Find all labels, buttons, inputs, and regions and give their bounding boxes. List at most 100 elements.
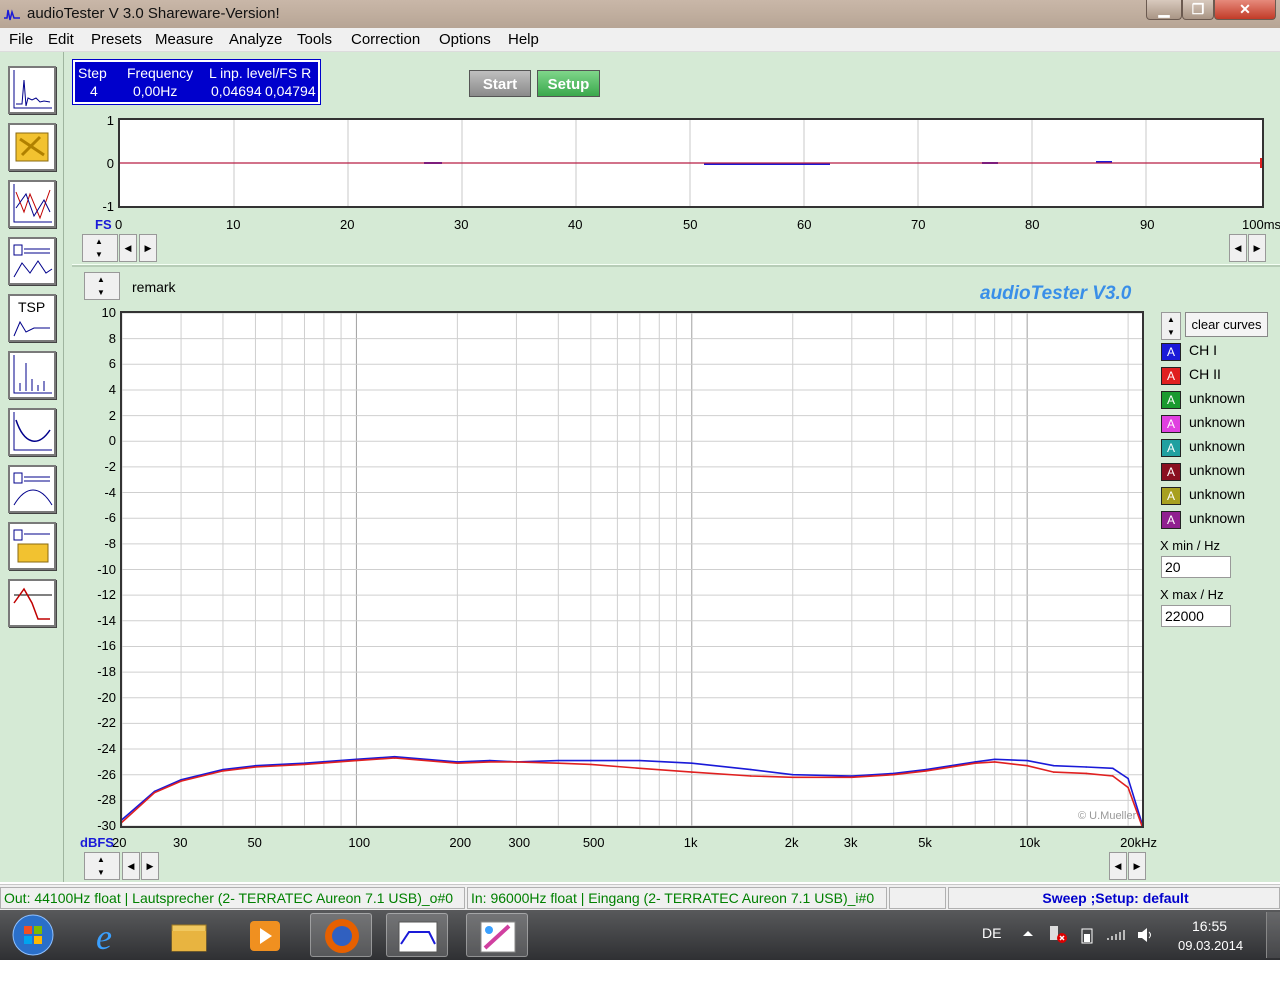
media-player-taskbar-button[interactable] — [234, 913, 296, 957]
plot-right-scroll-left-button[interactable]: ◀ — [1109, 852, 1127, 880]
spectrum-tool-button[interactable] — [8, 351, 56, 399]
clock-time[interactable]: 16:55 — [1192, 918, 1227, 934]
windows-start-taskbar-button[interactable] — [2, 913, 64, 957]
paint-icon — [480, 921, 516, 953]
y-tick-label: 2 — [108, 407, 116, 423]
minimize-icon: ▁ — [1158, 1, 1170, 17]
action-center-icon[interactable] — [1048, 924, 1068, 944]
show-desktop-button[interactable] — [1266, 912, 1280, 958]
menu-file[interactable]: File — [9, 31, 33, 48]
series-point — [639, 767, 641, 770]
y-tick-label: -28 — [97, 792, 116, 808]
battery-icon[interactable] — [1080, 926, 1094, 944]
remark-spinner[interactable]: ▲ ▼ — [84, 272, 120, 300]
tsp-tool-button[interactable]: TSP — [8, 294, 56, 342]
file-explorer-taskbar-button[interactable] — [158, 913, 220, 957]
series-point — [791, 773, 794, 776]
curve-color-swatch[interactable] — [1161, 367, 1181, 385]
speaker-scan-tool-button[interactable] — [8, 522, 56, 570]
series-point — [515, 761, 518, 763]
curve-color-swatch[interactable] — [1161, 511, 1181, 529]
series-point — [639, 759, 641, 762]
scope-x-tick: 70 — [911, 217, 926, 232]
network-icon[interactable] — [1106, 928, 1126, 942]
svg-text:TSP: TSP — [18, 299, 45, 315]
audiotester-taskbar-button[interactable] — [386, 913, 448, 957]
scope-right-scroll-left-button[interactable]: ◀ — [1229, 234, 1247, 262]
curve-color-swatch[interactable] — [1161, 415, 1181, 433]
series-point — [393, 757, 396, 759]
y-tick-label: 8 — [108, 330, 116, 346]
scope-x-tick: 100ms — [1242, 217, 1280, 232]
y-tick-label: -20 — [97, 689, 116, 705]
menu-correction[interactable]: Correction — [351, 31, 420, 48]
frequency-response-svg: © U.Mueller — [121, 312, 1143, 827]
plot-zoom-spinner[interactable]: ▲ ▼ — [84, 852, 120, 880]
windows-start-icon — [12, 914, 54, 956]
start-button[interactable]: Start — [469, 70, 531, 97]
readout-step-value: 4 — [90, 83, 98, 99]
legend-spinner[interactable]: ▲ ▼ — [1161, 312, 1181, 340]
menu-options[interactable]: Options — [439, 31, 491, 48]
series-point — [1085, 766, 1088, 768]
plot-scroll-left-button[interactable]: ◀ — [122, 852, 140, 880]
x-tick-label: 20 — [112, 835, 127, 850]
xmin-field[interactable] — [1161, 556, 1231, 578]
curve-color-swatch[interactable] — [1161, 391, 1181, 409]
volume-icon[interactable] — [1136, 926, 1154, 944]
scan-tool-button[interactable] — [8, 123, 56, 171]
series-point — [590, 759, 592, 762]
panel-divider[interactable] — [72, 264, 1280, 267]
speaker-response-tool-button[interactable] — [8, 237, 56, 285]
paint-taskbar-button[interactable] — [466, 913, 528, 957]
setup-button[interactable]: Setup — [537, 70, 600, 97]
menu-help[interactable]: Help — [508, 31, 539, 48]
curve-color-swatch[interactable] — [1161, 343, 1181, 361]
clear-curves-button[interactable]: clear curves — [1185, 312, 1268, 337]
menu-measure[interactable]: Measure — [155, 31, 213, 48]
scope-zoom-spinner[interactable]: ▲ ▼ — [82, 234, 118, 262]
minimize-button[interactable]: ▁ — [1146, 0, 1182, 20]
language-indicator[interactable]: DE — [982, 925, 1001, 941]
speaker-curve-tool-button[interactable] — [8, 465, 56, 513]
y-tick-label: 4 — [108, 381, 116, 397]
maximize-button[interactable]: ❐ — [1182, 0, 1214, 20]
close-button[interactable]: ✕ — [1214, 0, 1276, 20]
plot-right-scroll-right-button[interactable]: ▶ — [1128, 852, 1146, 880]
plot-scroll-right-button[interactable]: ▶ — [141, 852, 159, 880]
scope-x-tick: 80 — [1025, 217, 1040, 232]
impedance-tool-button[interactable] — [8, 408, 56, 456]
x-tick-label: 100 — [348, 835, 371, 850]
legend-label: unknown — [1189, 438, 1246, 454]
scope-right-scroll-right-button[interactable]: ▶ — [1248, 234, 1266, 262]
y-tick-label: -8 — [104, 535, 116, 551]
y-unit-label: dBFS — [80, 835, 114, 850]
series-point — [750, 775, 752, 777]
curve-color-swatch[interactable] — [1161, 487, 1181, 505]
xmax-field[interactable] — [1161, 605, 1231, 627]
scope-scroll-left-button[interactable]: ◀ — [119, 234, 137, 262]
series-line-ch2 — [121, 757, 1143, 827]
internet-explorer-taskbar-button[interactable]: e — [80, 913, 142, 957]
frequency-response-icon — [13, 184, 52, 223]
oscilloscope-tool-button[interactable] — [8, 66, 56, 114]
scope-scroll-right-button[interactable]: ▶ — [139, 234, 157, 262]
scope-y-tick: 0 — [106, 156, 114, 171]
frequency-response-tool-button[interactable] — [8, 180, 56, 228]
show-hidden-icons-icon[interactable] — [1022, 928, 1034, 938]
firefox-taskbar-button[interactable] — [310, 913, 372, 957]
oscilloscope-icon — [13, 70, 52, 109]
app-icon — [4, 9, 20, 21]
clock-date[interactable]: 09.03.2014 — [1178, 938, 1243, 953]
menu-analyze[interactable]: Analyze — [229, 31, 282, 48]
menu-tools[interactable]: Tools — [297, 31, 332, 48]
curve-color-swatch[interactable] — [1161, 463, 1181, 481]
readout-frequency-value: 0,00Hz — [133, 83, 178, 99]
menu-edit[interactable]: Edit — [48, 31, 74, 48]
step-response-tool-button[interactable] — [8, 579, 56, 627]
x-tick-label: 500 — [582, 835, 605, 850]
legend-label: unknown — [1189, 486, 1246, 502]
menu-presets[interactable]: Presets — [91, 31, 142, 48]
y-tick-label: -16 — [97, 638, 116, 654]
curve-color-swatch[interactable] — [1161, 439, 1181, 457]
